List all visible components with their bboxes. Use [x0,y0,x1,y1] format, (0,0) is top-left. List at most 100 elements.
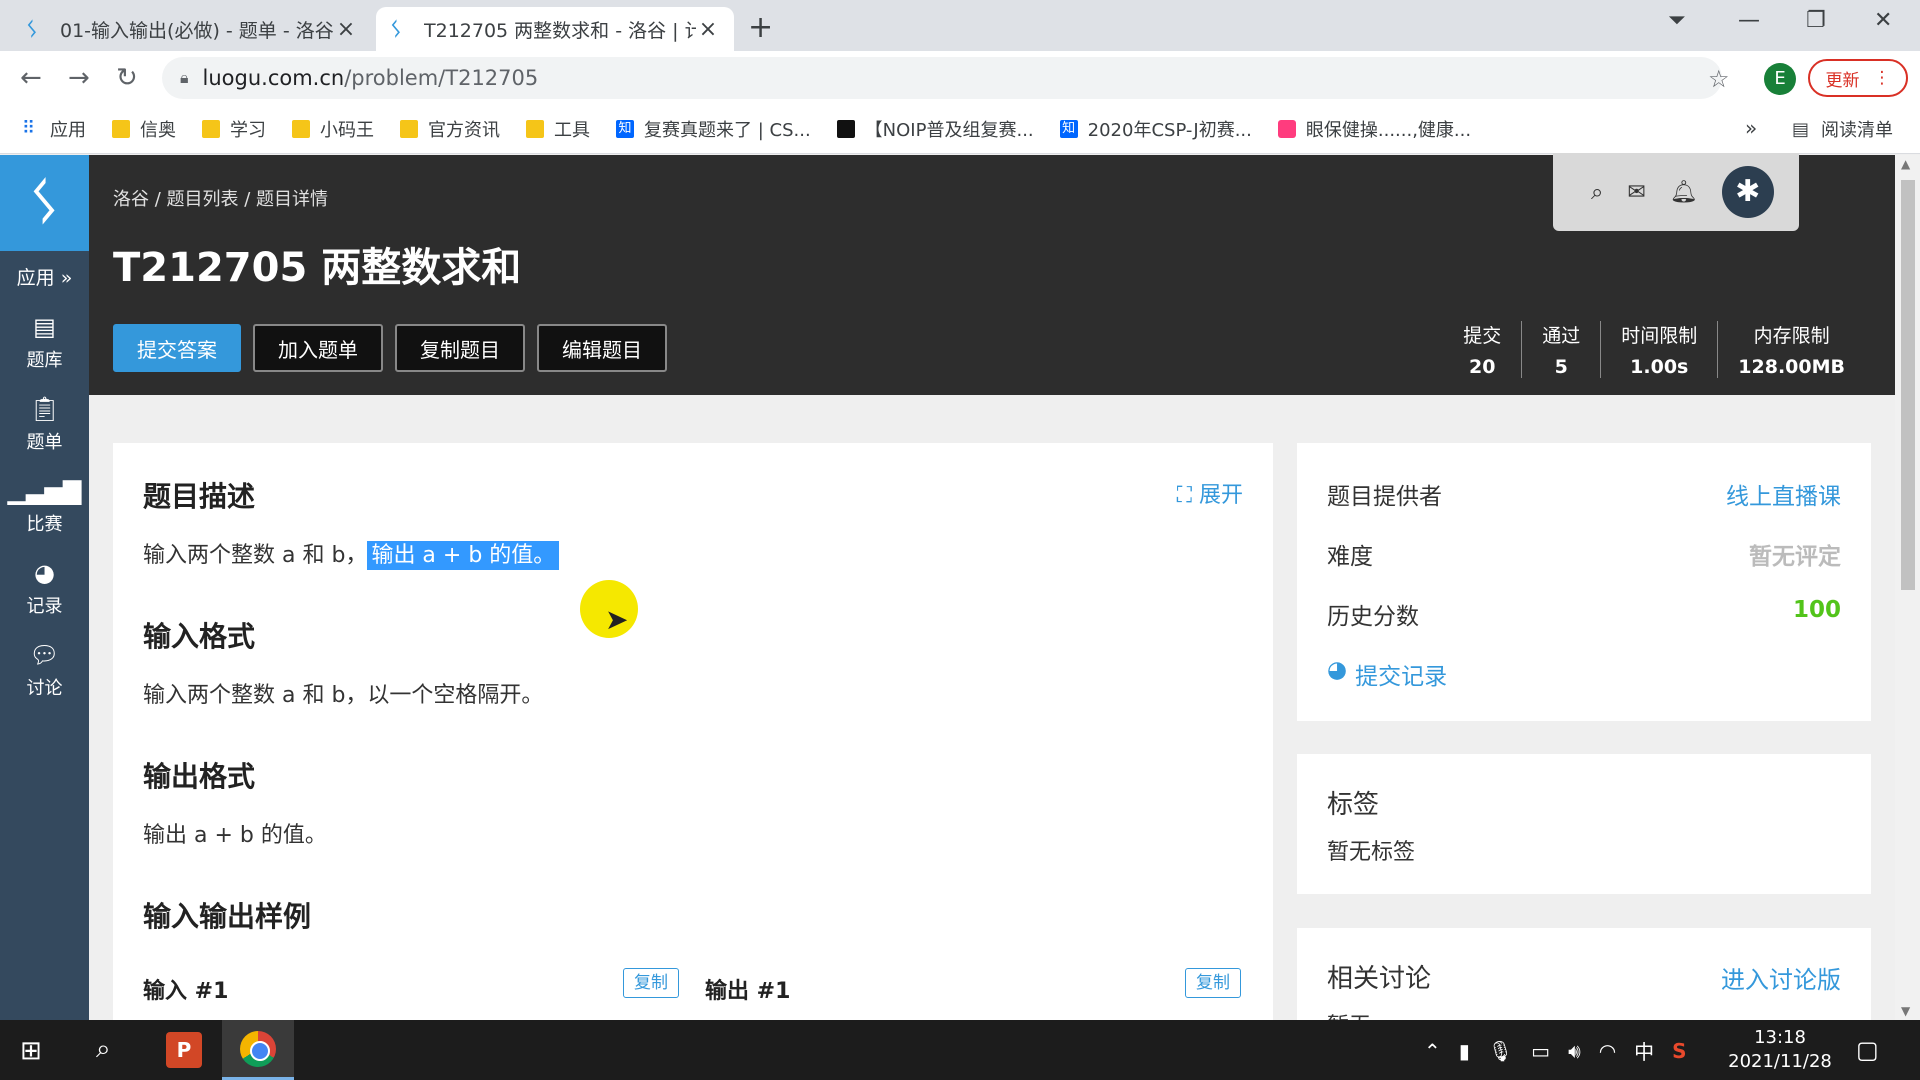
difficulty-label: 难度 [1327,544,1373,570]
bookmark-label: 2020年CSP-J初赛... [1087,119,1252,141]
sidebar-item-records[interactable]: ◕ 记录 [0,558,89,618]
bookmark-zhihu-1[interactable]: 知复赛真题来了 | CS... [616,116,811,142]
bookmark-apps[interactable]: ⠿ 应用 [22,116,86,142]
bookmark-bilibili[interactable]: 眼保健操......,健康... [1277,116,1471,142]
bookmark-zhihu-2[interactable]: 知 2020年CSP-J初赛... [1059,116,1252,142]
sample-input-label: 输入 #1 [143,979,229,1004]
submit-answer-button[interactable]: 提交答案 [113,324,241,372]
sidebar-item-label: 题单 [26,432,63,453]
folder-icon [292,119,310,138]
enter-discussion-link[interactable]: 进入讨论版 [1721,960,1841,995]
sidebar-item-contests[interactable]: ▁▃▅▇ 比赛 [0,476,89,536]
problem-stats: 提交 20 通过 5 时间限制 1.00s 内存限制 128.00MB [1443,321,1865,378]
browser-toolbar: ← → ↻ 🔒︎ luogu.com.cn/problem/T212705 ☆ … [0,51,1920,104]
bookmark-label: 官方资讯 [428,119,500,141]
history-score-row: 历史分数 100 [1327,597,1841,631]
more-bookmarks-button[interactable]: » [1745,116,1757,140]
taskbar-chrome[interactable] [222,1020,294,1080]
zhihu-icon: 知 [1059,119,1078,138]
discussion-empty-text: 暂无 [1327,1008,1371,1020]
stat-label: 通过 [1542,325,1581,347]
copy-input-button[interactable]: 复制 [623,968,679,998]
scrollbar-thumb[interactable] [1901,180,1915,590]
apps-grid-icon: ⠿ [22,117,36,139]
sample-output-label: 输出 #1 [705,979,791,1004]
discussion-title: 相关讨论 [1327,964,1432,994]
bookmark-folder-xinao[interactable]: 信奥 [112,116,176,142]
copy-output-button[interactable]: 复制 [1185,968,1241,998]
update-button[interactable]: 更新 ⋮ [1808,59,1908,97]
ccf-icon [836,119,855,138]
luogu-logo[interactable]: ᛊ [0,155,89,251]
bell-icon[interactable]: 🔔︎ [1670,180,1698,205]
taskbar-powerpoint[interactable]: P [148,1020,220,1080]
submission-records-link[interactable]: ◕ 提交记录 [1327,657,1841,691]
close-icon[interactable]: × [696,17,720,42]
minimize-icon[interactable]: — [1738,8,1760,33]
breadcrumb[interactable]: 洛谷 / 题目列表 / 题目详情 [113,185,328,211]
sidebar-apps-toggle[interactable]: 应用 » [0,263,89,290]
reading-list-button[interactable]: ▤ 阅读清单 [1792,116,1893,142]
history-score-label: 历史分数 [1327,604,1419,630]
battery-icon[interactable]: ▭ [1531,1039,1550,1063]
clipboard-icon: 📋︎ [29,395,60,423]
bookmark-label: 【NOIP普及组复赛... [864,119,1034,141]
scroll-down-icon[interactable]: ▼ [1901,1004,1910,1018]
reload-icon[interactable]: ↻ [116,63,138,93]
tab-problem-list[interactable]: ᛊ 01-输入输出(必做) - 题单 - 洛谷 × [12,7,372,51]
folder-icon [112,119,130,138]
wifi-icon[interactable]: ◠ [1599,1039,1616,1063]
chevron-up-icon[interactable]: ⌃ [1424,1039,1441,1063]
add-to-list-button[interactable]: 加入题单 [253,324,383,372]
microphone-icon[interactable]: 🎙︎ [1488,1039,1513,1063]
bookmark-folder-study[interactable]: 学习 [202,116,266,142]
tab-title: 01-输入输出(必做) - 题单 - 洛谷 [60,19,334,42]
copy-problem-button[interactable]: 复制题目 [395,324,525,372]
tab-search-icon[interactable]: ⏷ [1668,8,1686,33]
expand-button[interactable]: ⛶ 展开 [1177,477,1243,509]
tab-title: T212705 两整数求和 - 洛谷 | 计 [424,19,696,42]
bookmark-noip[interactable]: 【NOIP普及组复赛... [836,116,1034,142]
search-icon[interactable]: ⌕ [96,1034,111,1065]
bookmark-folder-news[interactable]: 官方资讯 [400,116,500,142]
bookmark-folder-tools[interactable]: 工具 [526,116,590,142]
edit-problem-button[interactable]: 编辑题目 [537,324,667,372]
sidebar-item-discuss[interactable]: 💬︎ 讨论 [0,640,89,700]
bookmark-star-icon[interactable]: ☆ [1708,65,1730,93]
restore-icon[interactable]: ❐ [1806,8,1826,33]
new-tab-button[interactable]: + [748,10,773,45]
page-scrollbar[interactable]: ▲ ▼ [1895,155,1920,1020]
records-link-label: 提交记录 [1355,664,1448,690]
notification-icon[interactable]: ▢ [1856,1036,1879,1064]
sidebar-item-problem-lists[interactable]: 📋︎ 题单 [0,394,89,454]
folder-icon [202,119,220,138]
bookmark-folder-xiaomawang[interactable]: 小码王 [292,116,374,142]
close-icon[interactable]: × [334,17,358,42]
description-plain: 输入两个整数 a 和 b， [143,543,368,568]
description-heading: 题目描述 [143,480,256,513]
tab-problem-detail[interactable]: ᛊ T212705 两整数求和 - 洛谷 | 计 × [376,7,734,51]
bookmark-label: 学习 [230,119,266,141]
forward-icon[interactable]: → [68,63,90,93]
avatar[interactable]: ✱ [1721,166,1774,218]
ime-indicator[interactable]: 中 [1634,1036,1654,1065]
update-label: 更新 [1825,70,1860,91]
description-text: 输入两个整数 a 和 b， 输出 a + b 的值。 [143,537,560,570]
mail-icon[interactable]: ✉ [1627,180,1645,205]
sogou-input-icon[interactable]: S [1672,1039,1686,1063]
clock-date: 2021/11/28 [1728,1051,1832,1072]
search-icon[interactable]: ⌕ [1591,180,1603,205]
volume-icon[interactable]: 🔊︎ [1568,1039,1581,1063]
windows-start-icon[interactable]: ⊞ [20,1036,42,1066]
sidebar-item-problems[interactable]: ▤ 题库 [0,312,89,372]
provider-link[interactable]: 线上直播课 [1726,477,1841,511]
scroll-up-icon[interactable]: ▲ [1901,157,1910,171]
address-bar[interactable]: 🔒︎ luogu.com.cn/problem/T212705 [162,57,1722,99]
back-icon[interactable]: ← [20,63,42,93]
profile-avatar[interactable]: E [1764,63,1796,95]
clock-time: 13:18 [1754,1027,1806,1048]
taskbar-clock[interactable]: 13:18 2021/11/28 [1720,1026,1840,1074]
provider-row: 题目提供者 线上直播课 [1327,477,1841,511]
window-close-icon[interactable]: ✕ [1874,8,1892,33]
device-icon[interactable]: ▮ [1459,1039,1470,1063]
